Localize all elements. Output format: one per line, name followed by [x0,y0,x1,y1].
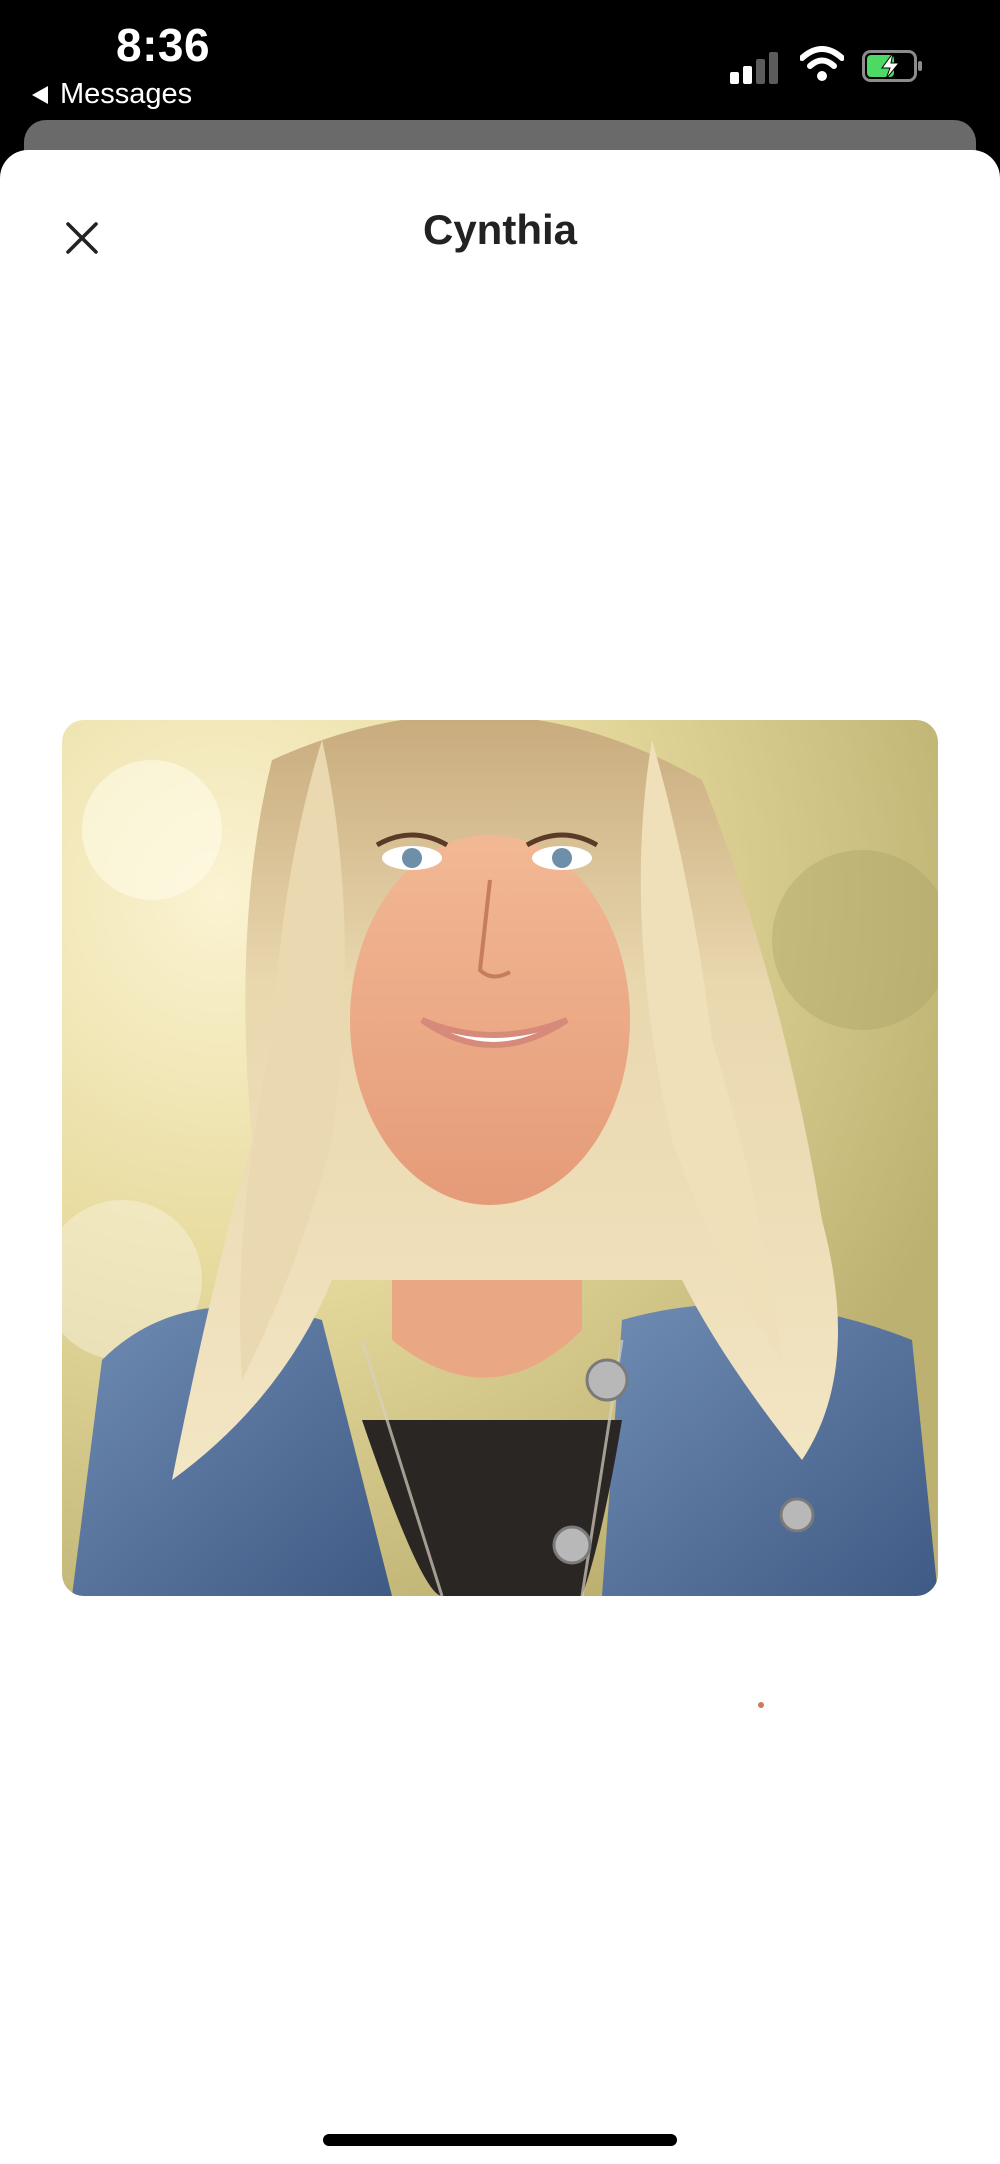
home-indicator[interactable] [323,2134,677,2146]
portrait-image [62,720,938,1596]
photo-viewer-sheet: Cynthia [0,150,1000,2164]
wifi-icon [800,46,844,81]
back-triangle-icon [32,85,48,104]
status-time: 8:36 [116,19,211,71]
page-title: Cynthia [422,206,577,253]
back-to-messages-link[interactable]: Messages [32,78,192,111]
profile-photo[interactable] [62,720,938,1596]
decorative-speck [758,1702,764,1708]
battery-charging-icon [862,50,922,82]
back-app-label: Messages [60,78,193,110]
cellular-signal-icon [730,50,782,84]
status-bar: 8:36 Messages [0,0,1000,120]
